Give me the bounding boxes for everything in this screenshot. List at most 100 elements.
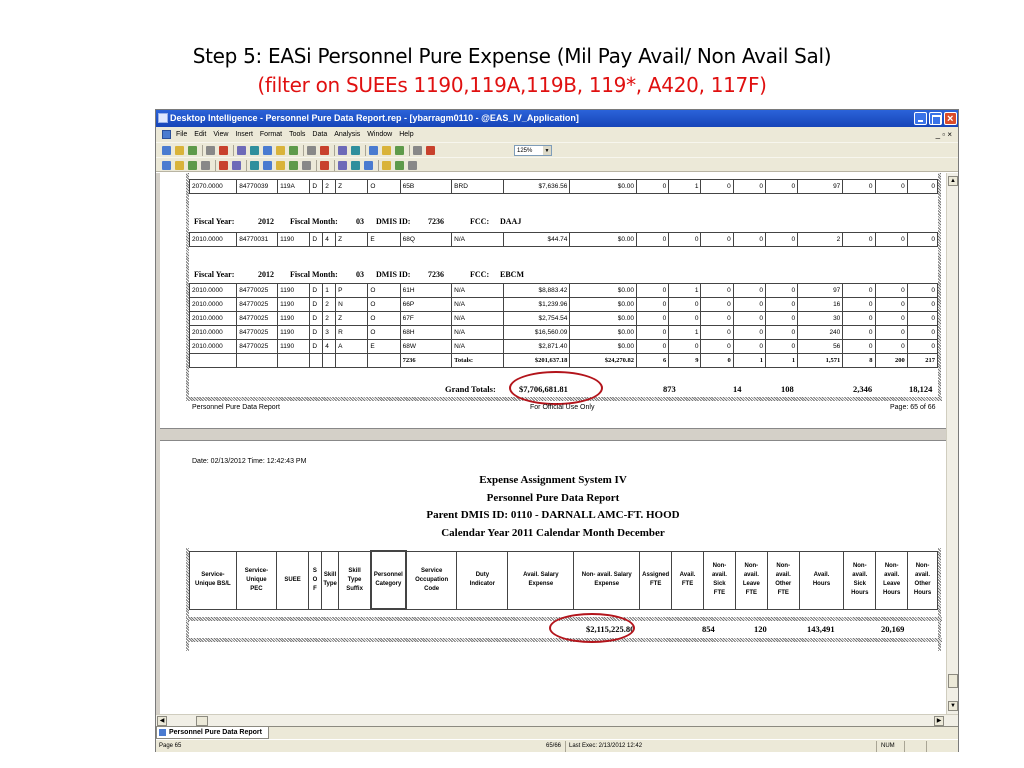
delete-icon[interactable] — [289, 146, 298, 155]
report-manager-icon[interactable] — [408, 161, 417, 170]
save-icon[interactable] — [188, 146, 197, 155]
column-header: Non- avail. Other Hours — [907, 550, 938, 610]
paste-icon[interactable] — [263, 146, 272, 155]
table-row: 2010.0000 84770031 1190 D 4 Z E 68Q N/A $44.74 $0.… — [188, 232, 939, 247]
menu-view[interactable]: View — [213, 131, 228, 138]
table-cell: 0 — [842, 179, 876, 194]
close-button[interactable] — [944, 111, 957, 128]
table-cell: 0 — [732, 297, 766, 312]
filter-icon[interactable] — [219, 161, 228, 170]
format-painter-icon[interactable] — [276, 146, 285, 155]
copy-icon[interactable] — [250, 146, 259, 155]
horizontal-scrollbar[interactable]: ◀ ▶ — [156, 714, 958, 726]
undo-icon[interactable] — [320, 146, 329, 155]
maximize-button[interactable] — [929, 112, 942, 125]
status-last-exec: Last Exec: 2/13/2012 12:42 — [569, 743, 643, 749]
chart-icon[interactable] — [188, 161, 197, 170]
table-cell: 0 — [842, 297, 876, 312]
zoom-icon[interactable] — [426, 146, 435, 155]
cut-icon[interactable] — [237, 146, 246, 155]
table-cell: 2010.0000 — [188, 311, 238, 326]
window-titlebar[interactable]: Desktop Intelligence - Personnel Pure Da… — [156, 110, 958, 128]
lower-totals-col3: 143,491 — [807, 624, 835, 634]
scroll-left-icon[interactable]: ◀ — [157, 716, 167, 726]
chart-type-icon[interactable] — [364, 161, 373, 170]
zoom-value: 125% — [517, 148, 533, 154]
page-border-right-lower — [938, 548, 941, 651]
fm-value: 03 — [356, 270, 364, 279]
mdi-controls[interactable]: _ ▫ × — [936, 127, 952, 142]
menu-analysis[interactable]: Analysis — [334, 131, 360, 138]
insert-cell-icon[interactable] — [338, 161, 347, 170]
tab-label: Personnel Pure Data Report — [169, 729, 262, 736]
chevron-down-icon[interactable]: ▼ — [543, 146, 551, 155]
table-cell: 1 — [668, 283, 702, 298]
rank-icon[interactable] — [232, 161, 241, 170]
vertical-scrollbar[interactable]: ▲ ▼ — [946, 173, 958, 714]
warning-icon[interactable] — [320, 161, 329, 170]
outline-icon[interactable] — [382, 161, 391, 170]
table-row: 2010.0000 84770025 1190 D 3 R O 68H N/A $16,560.0… — [188, 325, 939, 340]
print-icon[interactable] — [206, 146, 215, 155]
query-icon[interactable] — [369, 146, 378, 155]
menu-edit[interactable]: Edit — [194, 131, 206, 138]
table-cell: 0 — [874, 325, 908, 340]
pivot-icon[interactable] — [413, 146, 422, 155]
sum-icon[interactable] — [250, 161, 259, 170]
table-cell: 30 — [797, 311, 844, 326]
insert-picture-icon[interactable] — [351, 161, 360, 170]
document-icon[interactable] — [162, 130, 171, 139]
new-icon[interactable] — [162, 146, 171, 155]
minimize-button[interactable] — [914, 112, 927, 125]
scroll-right-icon[interactable]: ▶ — [934, 716, 944, 726]
table-cell: 2 — [322, 297, 337, 312]
sort-icon[interactable] — [201, 161, 210, 170]
menu-help[interactable]: Help — [399, 131, 413, 138]
alert-icon[interactable] — [302, 161, 311, 170]
redo-icon[interactable] — [338, 146, 347, 155]
menu-insert[interactable]: Insert — [235, 131, 253, 138]
status-separator — [876, 741, 877, 752]
table-cell: 67F — [399, 311, 453, 326]
scroll-down-icon[interactable]: ▼ — [948, 701, 958, 711]
table-cell: 0 — [732, 325, 766, 340]
column-header: Service Occupation Code — [405, 550, 458, 610]
table-cell: 0 — [874, 339, 908, 354]
menu-format[interactable]: Format — [260, 131, 282, 138]
scroll-thumb[interactable] — [948, 674, 958, 688]
footer-page-number: Page: 65 of 66 — [890, 404, 936, 411]
calculation-icon[interactable] — [263, 161, 272, 170]
lower-totals-col4: 20,169 — [881, 624, 905, 634]
zoom-select[interactable]: 125% ▼ — [514, 145, 552, 156]
drill-filter-icon[interactable] — [395, 161, 404, 170]
scroll-up-icon[interactable]: ▲ — [948, 176, 958, 186]
totals-cell: Totals: — [451, 353, 504, 368]
table-cell: 0 — [906, 297, 939, 312]
table-cell: 0 — [700, 311, 734, 326]
fy-value: 2012 — [258, 217, 274, 226]
refresh-icon[interactable] — [351, 146, 360, 155]
break-icon[interactable] — [289, 161, 298, 170]
table-cell: 1190 — [277, 325, 311, 340]
menu-tools[interactable]: Tools — [289, 131, 305, 138]
drill-icon[interactable] — [382, 146, 391, 155]
slice-icon[interactable] — [395, 146, 404, 155]
desktop-intelligence-window: Desktop Intelligence - Personnel Pure Da… — [155, 109, 959, 752]
table-cell: 0 — [764, 311, 799, 326]
hscroll-thumb[interactable] — [196, 716, 208, 726]
tab-personnel-pure-data-report[interactable]: Personnel Pure Data Report — [156, 727, 269, 739]
table-cell: 2 — [322, 179, 337, 194]
menu-window[interactable]: Window — [367, 131, 392, 138]
table-cell: 84770025 — [236, 297, 279, 312]
open-icon[interactable] — [175, 146, 184, 155]
find-icon[interactable] — [307, 146, 316, 155]
table-cell: 4 — [322, 339, 337, 354]
crosstab-icon[interactable] — [175, 161, 184, 170]
variable-icon[interactable] — [276, 161, 285, 170]
table-icon[interactable] — [162, 161, 171, 170]
menu-data[interactable]: Data — [312, 131, 327, 138]
preview-icon[interactable] — [219, 146, 228, 155]
totals-cell — [188, 353, 238, 368]
menu-file[interactable]: File — [176, 131, 187, 138]
table-cell: 1 — [668, 179, 702, 194]
